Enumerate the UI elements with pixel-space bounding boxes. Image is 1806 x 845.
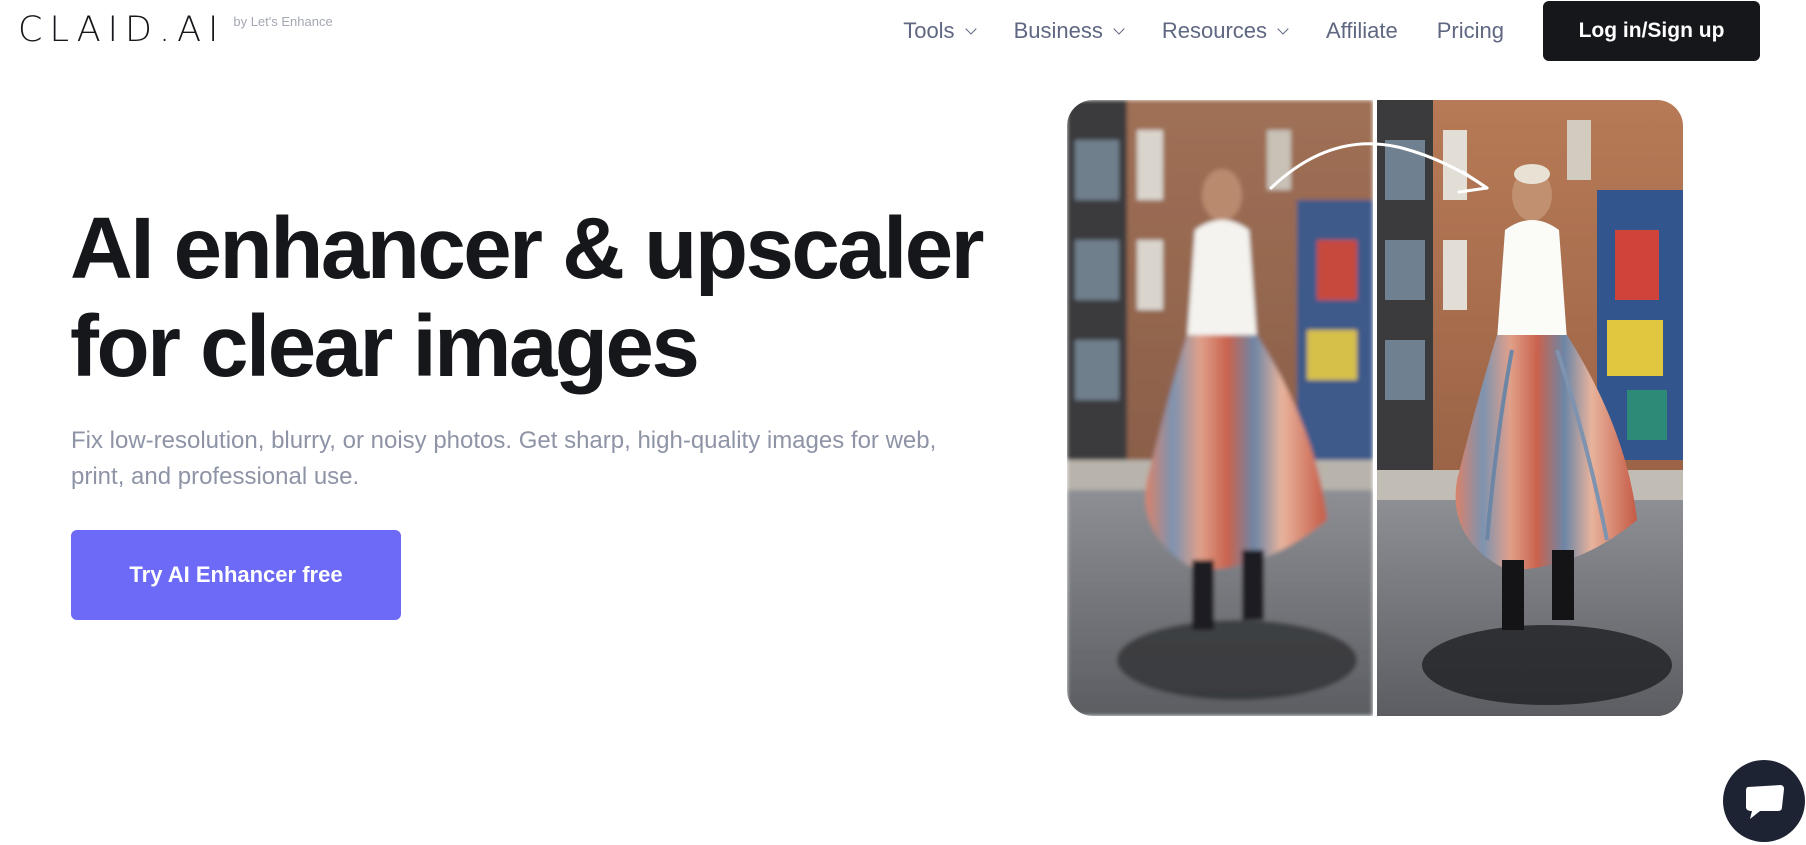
nav-item-label: Resources bbox=[1161, 17, 1267, 43]
hero-title: AI enhancer & upscaler for clear images bbox=[70, 200, 1000, 396]
logo-text: CLAID.AI bbox=[18, 10, 226, 50]
after-photo bbox=[1377, 100, 1683, 716]
nav-item-pricing[interactable]: Pricing bbox=[1437, 18, 1504, 44]
chevron-down-icon bbox=[1277, 22, 1289, 35]
nav-item-label: Business bbox=[1013, 17, 1103, 43]
nav-item-label: Affiliate bbox=[1326, 17, 1398, 43]
main-nav: Tools Business Resources Affiliate Prici… bbox=[903, 0, 1760, 61]
chevron-down-icon bbox=[1113, 22, 1125, 35]
nav-item-tools[interactable]: Tools bbox=[903, 17, 977, 44]
comparison-illustration bbox=[1067, 100, 1683, 716]
logo[interactable]: CLAID.AI by Let's Enhance bbox=[18, 12, 333, 48]
nav-item-affiliate[interactable]: Affiliate bbox=[1326, 18, 1398, 44]
compare-divider bbox=[1373, 100, 1377, 716]
before-after-comparison bbox=[1067, 100, 1683, 716]
hero-title-line-1: AI enhancer & upscaler bbox=[70, 200, 985, 297]
hero-title-line-2: for clear images bbox=[70, 298, 700, 395]
site-header: CLAID.AI by Let's Enhance Tools Business… bbox=[0, 0, 1806, 64]
chat-widget-button[interactable] bbox=[1723, 760, 1805, 842]
chat-icon bbox=[1746, 785, 1784, 819]
nav-item-resources[interactable]: Resources bbox=[1161, 17, 1289, 44]
logo-subtitle: by Let's Enhance bbox=[233, 14, 333, 29]
before-photo bbox=[1067, 100, 1373, 716]
chevron-down-icon bbox=[964, 22, 977, 35]
nav-item-label: Pricing bbox=[1436, 17, 1504, 43]
hero-subtitle: Fix low-resolution, blurry, or noisy pho… bbox=[71, 427, 937, 490]
nav-item-business[interactable]: Business bbox=[1013, 17, 1125, 44]
nav-item-label: Tools bbox=[903, 17, 955, 43]
login-signup-button[interactable]: Log in/Sign up bbox=[1543, 0, 1760, 61]
try-ai-enhancer-button[interactable]: Try AI Enhancer free bbox=[71, 530, 401, 620]
